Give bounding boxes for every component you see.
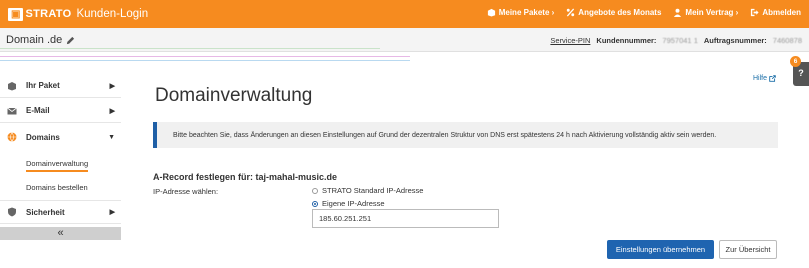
sidebar-item-email[interactable]: E-Mail ▶ xyxy=(0,99,121,123)
external-link-icon xyxy=(769,75,776,82)
apply-settings-button[interactable]: Einstellungen übernehmen xyxy=(607,240,714,259)
kundennummer-label: Kundennummer: xyxy=(596,36,657,45)
section-title: A-Record festlegen für: taj-mahal-music.… xyxy=(153,172,338,182)
chevron-right-icon: ▶ xyxy=(109,107,115,115)
ip-address-input[interactable] xyxy=(312,209,499,228)
domain-title: Domain .de xyxy=(6,34,75,46)
user-icon xyxy=(674,8,682,17)
radio-button-checked[interactable] xyxy=(312,200,318,207)
main-content: Hilfe Domainverwaltung Bitte beachten Si… xyxy=(122,52,792,268)
radio-button[interactable] xyxy=(312,187,318,194)
mail-icon xyxy=(7,107,17,114)
page-title: Domainverwaltung xyxy=(155,85,313,106)
kundennummer-value: 7957041 1 xyxy=(662,36,698,45)
edit-icon[interactable] xyxy=(66,36,75,45)
sidebar-sub-domainverwaltung[interactable]: Domainverwaltung xyxy=(26,159,89,172)
nav-mein-vertrag[interactable]: Mein Vertrag › xyxy=(673,8,738,17)
chevron-right-icon: ▶ xyxy=(109,209,115,216)
top-bar: ▣ STRATO Kunden-Login Meine Pakete › Ang… xyxy=(0,0,809,28)
sidebar-item-label: Sicherheit xyxy=(26,207,65,217)
sidebar-item-sicherheit[interactable]: Sicherheit ▶ xyxy=(0,200,121,224)
customer-info: Service-PIN Kundennummer: 7957041 1 Auft… xyxy=(550,36,802,45)
shield-icon xyxy=(8,207,16,217)
sidebar-item-ihr-paket[interactable]: Ihr Paket ▶ xyxy=(0,74,121,98)
nav-label: Angebote des Monats xyxy=(578,8,662,17)
radio-label: STRATO Standard IP-Adresse xyxy=(322,186,424,195)
package-icon xyxy=(487,8,495,17)
chevron-right-icon: ▶ xyxy=(109,82,115,90)
logo-box: ▣ xyxy=(8,7,24,21)
strato-logo[interactable]: ▣ STRATO Kunden-Login xyxy=(8,6,148,22)
sidebar-item-label: Ihr Paket xyxy=(26,81,60,90)
radio-strato-standard[interactable]: STRATO Standard IP-Adresse xyxy=(312,186,423,195)
nav-meine-pakete[interactable]: Meine Pakete › xyxy=(487,8,555,17)
radio-label: Eigene IP-Adresse xyxy=(322,199,385,208)
sidebar: Ihr Paket ▶ E-Mail ▶ Domains ▼ Domainver… xyxy=(0,70,121,242)
sidebar-collapse-button[interactable]: « xyxy=(0,227,121,240)
logout-icon xyxy=(751,8,759,17)
auftragsnummer-label: Auftragsnummer: xyxy=(703,36,767,45)
nav-abmelden[interactable]: Abmelden xyxy=(750,8,801,17)
help-link[interactable]: Hilfe xyxy=(753,75,776,82)
radio-eigene-ip[interactable]: Eigene IP-Adresse xyxy=(312,199,385,208)
sidebar-sub-domains-bestellen[interactable]: Domains bestellen xyxy=(26,183,88,192)
sidebar-item-label: E-Mail xyxy=(26,106,50,115)
chevron-down-icon: ▼ xyxy=(108,133,115,141)
sidebar-item-label: Domains xyxy=(26,132,60,142)
glitch-stripe xyxy=(0,48,380,49)
notice-text: Bitte beachten Sie, dass Änderungen an d… xyxy=(173,131,717,139)
package-icon xyxy=(8,81,16,90)
nav-label: Meine Pakete › xyxy=(498,8,555,17)
percent-icon xyxy=(567,8,575,17)
brand-name: STRATO xyxy=(25,8,72,20)
sidebar-item-domains[interactable]: Domains ▼ xyxy=(0,125,121,149)
nav-angebote[interactable]: Angebote des Monats xyxy=(566,8,661,17)
app-title: Kunden-Login xyxy=(76,8,149,20)
domain-name: Domain .de xyxy=(6,34,63,46)
globe-icon xyxy=(7,132,17,142)
nav-label: Abmelden xyxy=(762,8,801,17)
overview-button[interactable]: Zur Übersicht xyxy=(719,240,777,259)
nav-label: Mein Vertrag › xyxy=(685,8,739,17)
info-notice: Bitte beachten Sie, dass Änderungen an d… xyxy=(153,122,778,148)
ip-address-label: IP-Adresse wählen: xyxy=(153,187,219,196)
auftragsnummer-value: 7460878 xyxy=(772,36,802,45)
top-nav: Meine Pakete › Angebote des Monats Mein … xyxy=(487,8,801,17)
service-pin-link[interactable]: Service-PIN xyxy=(550,36,590,45)
notification-badge[interactable]: 6 xyxy=(790,56,801,67)
help-label: Hilfe xyxy=(752,75,767,82)
